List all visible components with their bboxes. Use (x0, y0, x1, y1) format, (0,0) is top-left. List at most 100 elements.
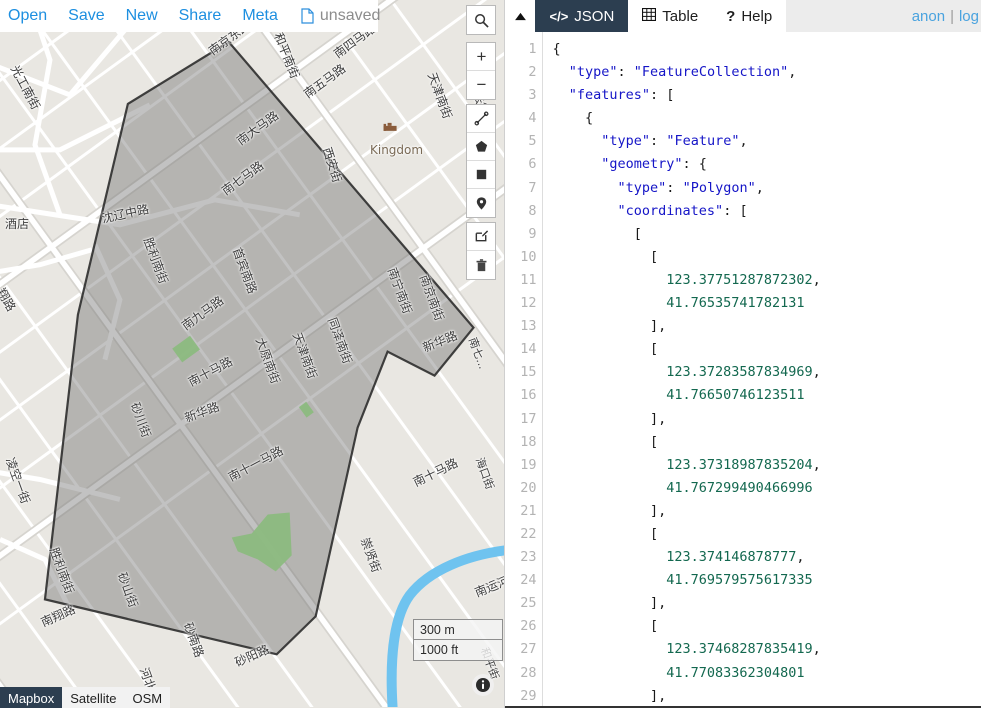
zoom-in-button[interactable]: + (467, 43, 496, 71)
line-number: 13 (520, 318, 537, 335)
line-number: 27 (520, 641, 537, 658)
code-line[interactable]: 41.767299490466996 (552, 477, 981, 500)
code-line[interactable]: "type": "Polygon", (552, 177, 981, 200)
code-line[interactable]: 123.37318987835204, (552, 454, 981, 477)
code-line[interactable]: 41.76650746123511 (552, 384, 981, 407)
line-number: 21 (520, 502, 537, 519)
code-line[interactable]: { (552, 38, 981, 61)
edit-icon[interactable] (467, 223, 496, 251)
map-zoom-control[interactable]: + − (466, 42, 497, 100)
json-token-s: "Feature" (666, 133, 740, 150)
meta-button[interactable]: Meta (242, 7, 278, 25)
header-spacer (786, 0, 912, 32)
code-line[interactable]: "geometry": { (552, 153, 981, 176)
code-line[interactable]: ], (552, 592, 981, 615)
marker-icon[interactable] (467, 189, 496, 217)
code-line[interactable]: [ (552, 223, 981, 246)
code-line[interactable]: ], (552, 685, 981, 708)
json-token-k: "features" (568, 87, 651, 104)
line-number: 8 (528, 202, 537, 219)
question-icon: ? (726, 7, 736, 25)
json-token-k: "coordinates" (617, 202, 724, 219)
basemap-osm[interactable]: OSM (124, 687, 171, 708)
trash-icon[interactable] (467, 251, 496, 279)
json-token-n: 41.77083362304801 (666, 664, 805, 681)
line-number: 5 (528, 133, 537, 150)
json-token-p: , (739, 133, 748, 150)
caret-up-icon[interactable] (505, 0, 536, 32)
line-icon[interactable] (467, 105, 496, 133)
code-line[interactable]: 123.37283587834969, (552, 361, 981, 384)
map-search-control[interactable] (466, 5, 497, 35)
basemap-switcher[interactable]: Mapbox Satellite OSM (0, 687, 171, 708)
tab-help[interactable]: ? Help (712, 0, 787, 32)
code-line[interactable]: 123.37751287872302, (552, 269, 981, 292)
share-button[interactable]: Share (179, 7, 222, 25)
code-line[interactable]: [ (552, 431, 981, 454)
code-line[interactable]: ], (552, 500, 981, 523)
code-line[interactable]: 123.37468287835419, (552, 638, 981, 661)
basemap-satellite[interactable]: Satellite (62, 687, 125, 708)
save-button[interactable]: Save (68, 7, 104, 25)
json-token-k: "geometry" (601, 156, 683, 173)
tab-table[interactable]: Table (628, 0, 713, 32)
code-line[interactable]: [ (552, 338, 981, 361)
json-token-p: [ (650, 525, 659, 542)
line-number: 4 (528, 110, 537, 127)
code-line[interactable]: [ (552, 246, 981, 269)
json-panel-header: </> JSON Table ? Help anon | log (505, 0, 981, 32)
line-number: 9 (528, 225, 537, 242)
json-editor[interactable]: 1 2 3 4 5 6 7 8 9 10 11 12 13 14 15 16 17 18 19 20 21 22 23 24 2… (505, 32, 981, 708)
code-line[interactable]: [ (552, 615, 981, 638)
current-file[interactable]: unsaved (301, 7, 380, 25)
json-token-p: ], (650, 595, 667, 612)
code-line[interactable]: 41.77083362304801 (552, 662, 981, 685)
rectangle-icon[interactable] (467, 161, 496, 189)
map-edit-control[interactable] (466, 222, 497, 280)
json-token-p: ], (650, 502, 667, 519)
code-line[interactable]: [ (552, 523, 981, 546)
json-token-p: ], (650, 410, 667, 427)
line-number: 2 (528, 64, 537, 81)
user-area: anon | log (911, 0, 981, 32)
code-line[interactable]: "type": "Feature", (552, 130, 981, 153)
login-link[interactable]: log (959, 8, 979, 25)
code-line[interactable]: "type": "FeatureCollection", (552, 61, 981, 84)
table-icon (642, 7, 657, 25)
open-button[interactable]: Open (8, 7, 47, 25)
line-number: 1 (528, 41, 537, 57)
document-icon (301, 8, 314, 24)
json-token-p: : [ (650, 87, 675, 104)
json-token-p: [ (650, 248, 659, 265)
code-line[interactable]: "coordinates": [ (552, 200, 981, 223)
map-draw-control[interactable] (466, 104, 497, 218)
json-token-n: 41.76535741782131 (666, 295, 805, 312)
code-line[interactable]: 41.76535741782131 (552, 292, 981, 315)
json-token-p: , (812, 641, 821, 658)
zoom-out-button[interactable]: − (467, 71, 496, 99)
new-button[interactable]: New (126, 7, 158, 25)
polygon-icon[interactable] (467, 133, 496, 161)
json-token-p: , (788, 64, 797, 81)
json-token-p: : (617, 64, 634, 81)
code-line[interactable]: ], (552, 315, 981, 338)
code-line[interactable]: ], (552, 408, 981, 431)
map-canvas[interactable] (0, 0, 505, 708)
json-token-n: 123.37751287872302 (666, 271, 813, 288)
basemap-mapbox[interactable]: Mapbox (0, 687, 63, 708)
code-line[interactable]: 123.374146878777, (552, 546, 981, 569)
code-line[interactable]: "features": [ (552, 84, 981, 107)
code-line[interactable]: 41.769579575617335 (552, 569, 981, 592)
line-number: 12 (520, 295, 537, 312)
line-number: 14 (520, 341, 537, 358)
code-line[interactable]: { (552, 107, 981, 130)
tab-json[interactable]: </> JSON (535, 0, 629, 32)
json-token-s: "Polygon" (682, 179, 756, 196)
tab-help-label: Help (741, 7, 773, 25)
json-code-area[interactable]: { "type": "FeatureCollection", "features… (543, 32, 981, 708)
search-icon[interactable] (467, 6, 496, 34)
username-label[interactable]: anon (912, 8, 945, 25)
info-icon[interactable] (472, 674, 495, 696)
line-number: 20 (520, 479, 537, 496)
map-pane[interactable]: 庆阳路光工南街南四马路和平南街南京东路天津南街南五马路凌云街Kingdom西安街… (0, 0, 505, 708)
